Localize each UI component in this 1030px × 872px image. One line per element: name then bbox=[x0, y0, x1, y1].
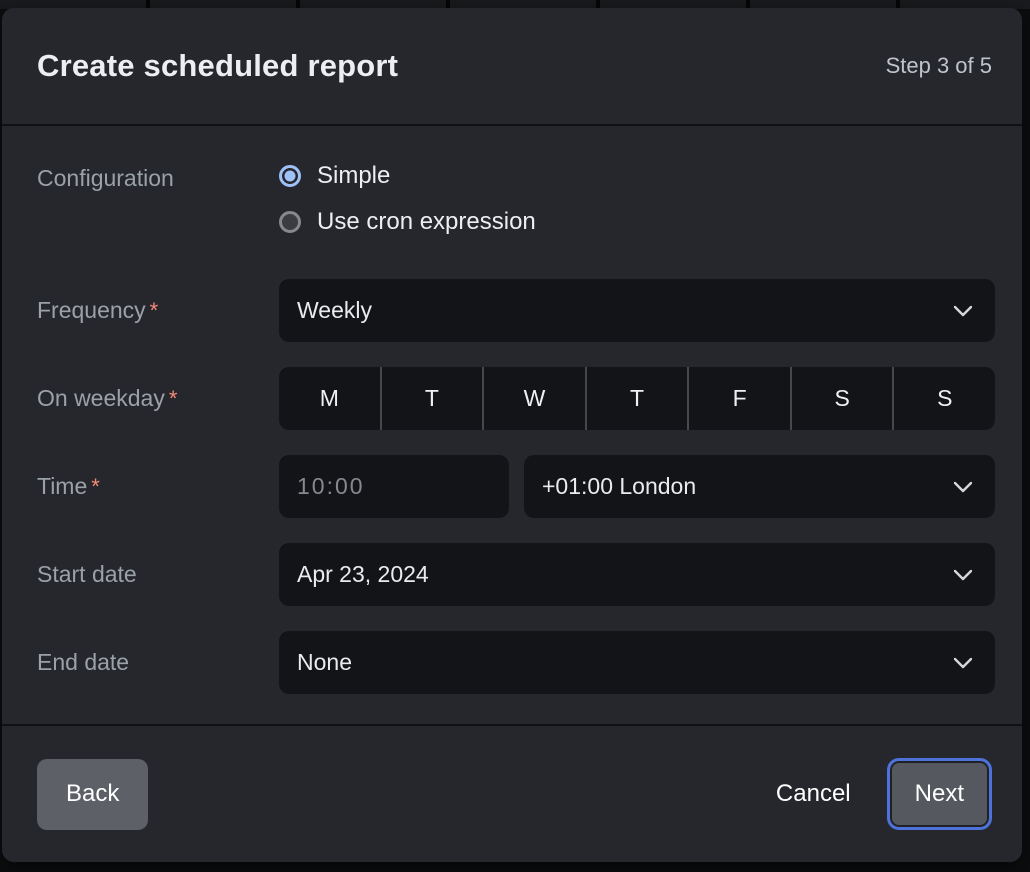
dialog-footer: Back Cancel Next bbox=[2, 724, 1022, 862]
cancel-button[interactable]: Cancel bbox=[776, 780, 851, 808]
radio-option-label: Simple bbox=[317, 162, 390, 190]
radio-option-label: Use cron expression bbox=[317, 208, 536, 236]
end-date-label: End date bbox=[37, 631, 279, 694]
end-date-select[interactable]: None bbox=[279, 631, 995, 694]
weekday-button-monday[interactable]: M bbox=[279, 367, 380, 430]
radio-option-simple[interactable]: Simple bbox=[279, 162, 995, 190]
time-value: 10:00 bbox=[297, 473, 487, 500]
configuration-radio-group: Simple Use cron expression bbox=[279, 153, 995, 254]
required-asterisk: * bbox=[150, 298, 159, 324]
weekday-button-friday[interactable]: F bbox=[687, 367, 790, 430]
weekday-button-tuesday[interactable]: T bbox=[380, 367, 483, 430]
frequency-value: Weekly bbox=[297, 297, 941, 324]
configuration-row: Configuration Simple Use cron expression bbox=[37, 153, 995, 254]
weekday-button-wednesday[interactable]: W bbox=[482, 367, 585, 430]
frequency-label: Frequency * bbox=[37, 279, 279, 342]
configuration-label: Configuration bbox=[37, 153, 279, 254]
dialog-body: Configuration Simple Use cron expression… bbox=[2, 126, 1022, 694]
frequency-row: Frequency * Weekly bbox=[37, 279, 995, 342]
time-input[interactable]: 10:00 bbox=[279, 455, 509, 518]
start-date-value: Apr 23, 2024 bbox=[297, 561, 941, 588]
timezone-value: +01:00 London bbox=[542, 473, 941, 500]
timezone-select[interactable]: +01:00 London bbox=[524, 455, 995, 518]
radio-unselected-icon[interactable] bbox=[279, 211, 301, 233]
required-asterisk: * bbox=[91, 474, 100, 500]
start-date-select[interactable]: Apr 23, 2024 bbox=[279, 543, 995, 606]
end-date-value: None bbox=[297, 649, 941, 676]
chevron-down-icon bbox=[953, 305, 973, 317]
chevron-down-icon bbox=[953, 657, 973, 669]
time-label: Time * bbox=[37, 455, 279, 518]
radio-selected-icon[interactable] bbox=[279, 165, 301, 187]
step-indicator: Step 3 of 5 bbox=[886, 53, 992, 79]
weekday-button-saturday[interactable]: S bbox=[790, 367, 893, 430]
chevron-down-icon bbox=[953, 569, 973, 581]
start-date-label: Start date bbox=[37, 543, 279, 606]
weekday-button-sunday[interactable]: S bbox=[892, 367, 995, 430]
back-button[interactable]: Back bbox=[37, 759, 148, 830]
create-scheduled-report-dialog: Create scheduled report Step 3 of 5 Conf… bbox=[2, 8, 1022, 862]
next-button[interactable]: Next bbox=[887, 758, 992, 830]
time-row: Time * 10:00 +01:00 London bbox=[37, 455, 995, 518]
weekday-row: On weekday * M T W T F S S bbox=[37, 367, 995, 430]
frequency-select[interactable]: Weekly bbox=[279, 279, 995, 342]
dialog-title: Create scheduled report bbox=[37, 48, 398, 84]
weekday-button-thursday[interactable]: T bbox=[585, 367, 688, 430]
radio-option-cron[interactable]: Use cron expression bbox=[279, 208, 995, 236]
weekday-label: On weekday * bbox=[37, 367, 279, 430]
start-date-row: Start date Apr 23, 2024 bbox=[37, 543, 995, 606]
dialog-header: Create scheduled report Step 3 of 5 bbox=[2, 8, 1022, 124]
end-date-row: End date None bbox=[37, 631, 995, 694]
chevron-down-icon bbox=[953, 481, 973, 493]
required-asterisk: * bbox=[169, 386, 178, 412]
weekday-button-group: M T W T F S S bbox=[279, 367, 995, 430]
